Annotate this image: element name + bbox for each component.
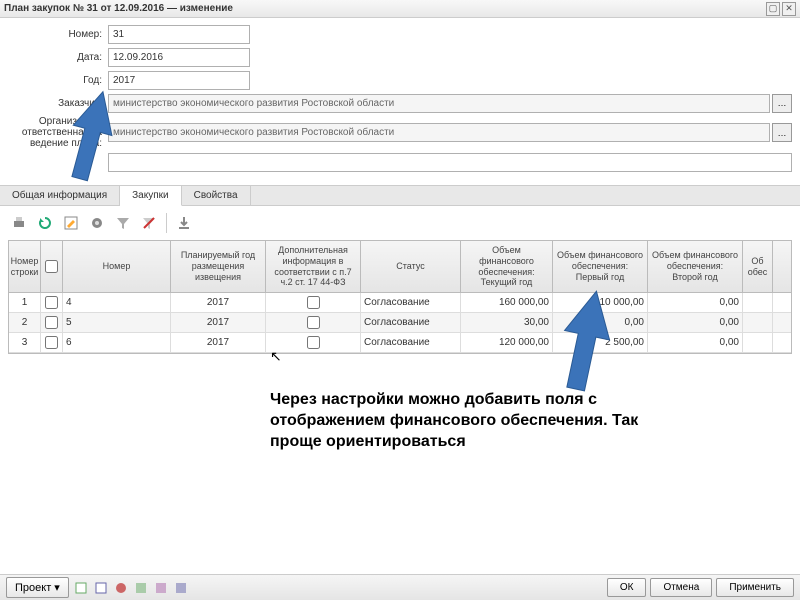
footer-icon-5[interactable] [153, 580, 169, 596]
number-label: Номер: [8, 29, 108, 40]
date-input[interactable] [108, 48, 250, 67]
window-title: План закупок № 31 от 12.09.2016 — измене… [4, 3, 233, 14]
chevron-down-icon: ▾ [54, 581, 60, 594]
cell-check[interactable] [41, 313, 63, 332]
cell-year: 2017 [171, 313, 266, 332]
cell-fin2: 2 500,00 [553, 333, 648, 352]
filter-clear-icon[interactable] [138, 212, 160, 234]
cell-fin2: 0,00 [553, 313, 648, 332]
cell-status: Согласование [361, 333, 461, 352]
col-year[interactable]: Планируемый год размещения извещения [171, 241, 266, 292]
footer-icon-6[interactable] [173, 580, 189, 596]
col-check[interactable] [41, 241, 63, 292]
form-area: Номер: Дата: Год: Заказчик: … Организация… [0, 18, 800, 181]
cell-num: 6 [63, 333, 171, 352]
footer-icon-4[interactable] [133, 580, 149, 596]
cell-check[interactable] [41, 293, 63, 312]
cell-year: 2017 [171, 333, 266, 352]
export-icon[interactable] [173, 212, 195, 234]
footer: Проект▾ ОК Отмена Применить [0, 574, 800, 600]
col-fin-current[interactable]: Объем финансового обеспечения: Текущий г… [461, 241, 553, 292]
col-rownum[interactable]: Номер строки [9, 241, 41, 292]
org-label: Организация, ответственная за ведение пл… [8, 116, 108, 149]
footer-icon-3[interactable] [113, 580, 129, 596]
project-menu-button[interactable]: Проект▾ [6, 577, 69, 598]
cell-info[interactable] [266, 313, 361, 332]
tab-properties[interactable]: Свойства [182, 186, 251, 205]
col-status[interactable]: Статус [361, 241, 461, 292]
table-row[interactable]: 3 62017 Согласование120 000,002 500,000,00 [9, 333, 791, 353]
minimize-button[interactable]: ▢ [766, 2, 780, 16]
customer-label: Заказчик: [8, 98, 108, 109]
table-row[interactable]: 252017Согласование30,000,000,00 [9, 313, 791, 333]
tabs: Общая информация Закупки Свойства [0, 185, 800, 206]
year-input[interactable] [108, 71, 250, 90]
cell-info[interactable] [266, 293, 361, 312]
cell-year: 2017 [171, 293, 266, 312]
grid-header: Номер строки Номер Планируемый год разме… [9, 241, 791, 293]
header-checkbox[interactable] [45, 260, 58, 273]
cell-check[interactable] [41, 333, 63, 352]
cell-fin1: 30,00 [461, 313, 553, 332]
col-info[interactable]: Дополнительная информация в соответствии… [266, 241, 361, 292]
cell-num: 5 [63, 313, 171, 332]
print-icon[interactable] [8, 212, 30, 234]
org-input[interactable] [108, 123, 770, 142]
note-input[interactable] [108, 153, 792, 172]
tab-general[interactable]: Общая информация [0, 186, 120, 205]
customer-input[interactable] [108, 94, 770, 113]
col-fin-second[interactable]: Объем финансового обеспечения: Второй го… [648, 241, 743, 292]
annotation-text: Через настройки можно добавить поля с от… [270, 390, 690, 452]
cell-fin4 [743, 333, 773, 352]
ok-button[interactable]: ОК [607, 578, 647, 597]
tab-purchases[interactable]: Закупки [120, 186, 181, 206]
cell-fin2: 10 000,00 [553, 293, 648, 312]
cell-status: Согласование [361, 293, 461, 312]
settings-icon[interactable] [86, 212, 108, 234]
close-button[interactable]: ✕ [782, 2, 796, 16]
year-label: Год: [8, 75, 108, 86]
refresh-icon[interactable] [34, 212, 56, 234]
apply-button[interactable]: Применить [716, 578, 794, 597]
number-input[interactable] [108, 25, 250, 44]
cell-fin3: 0,00 [648, 313, 743, 332]
cell-fin3: 0,00 [648, 333, 743, 352]
edit-icon[interactable] [60, 212, 82, 234]
col-number[interactable]: Номер [63, 241, 171, 292]
cell-fin1: 120 000,00 [461, 333, 553, 352]
filter-icon[interactable] [112, 212, 134, 234]
toolbar [0, 206, 800, 240]
toolbar-separator [166, 213, 167, 233]
cell-rownum: 1 [9, 293, 41, 312]
cell-fin4 [743, 313, 773, 332]
cell-fin3: 0,00 [648, 293, 743, 312]
customer-lookup-button[interactable]: … [772, 94, 792, 113]
cell-rownum: 3 [9, 333, 41, 352]
footer-icon-2[interactable] [93, 580, 109, 596]
table-row[interactable]: 1 42017 Согласование160 000,0010 000,000,0… [9, 293, 791, 313]
footer-icon-1[interactable] [73, 580, 89, 596]
cell-fin4 [743, 293, 773, 312]
cell-fin1: 160 000,00 [461, 293, 553, 312]
cell-rownum: 2 [9, 313, 41, 332]
col-fin-more[interactable]: Об обес [743, 241, 773, 292]
date-label: Дата: [8, 52, 108, 63]
cancel-button[interactable]: Отмена [650, 578, 712, 597]
col-fin-first[interactable]: Объем финансового обеспечения: Первый го… [553, 241, 648, 292]
org-lookup-button[interactable]: … [772, 123, 792, 142]
cell-status: Согласование [361, 313, 461, 332]
titlebar: План закупок № 31 от 12.09.2016 — измене… [0, 0, 800, 18]
cursor-icon: ↖ [270, 348, 282, 365]
cell-num: 4 [63, 293, 171, 312]
grid: Номер строки Номер Планируемый год разме… [8, 240, 792, 354]
